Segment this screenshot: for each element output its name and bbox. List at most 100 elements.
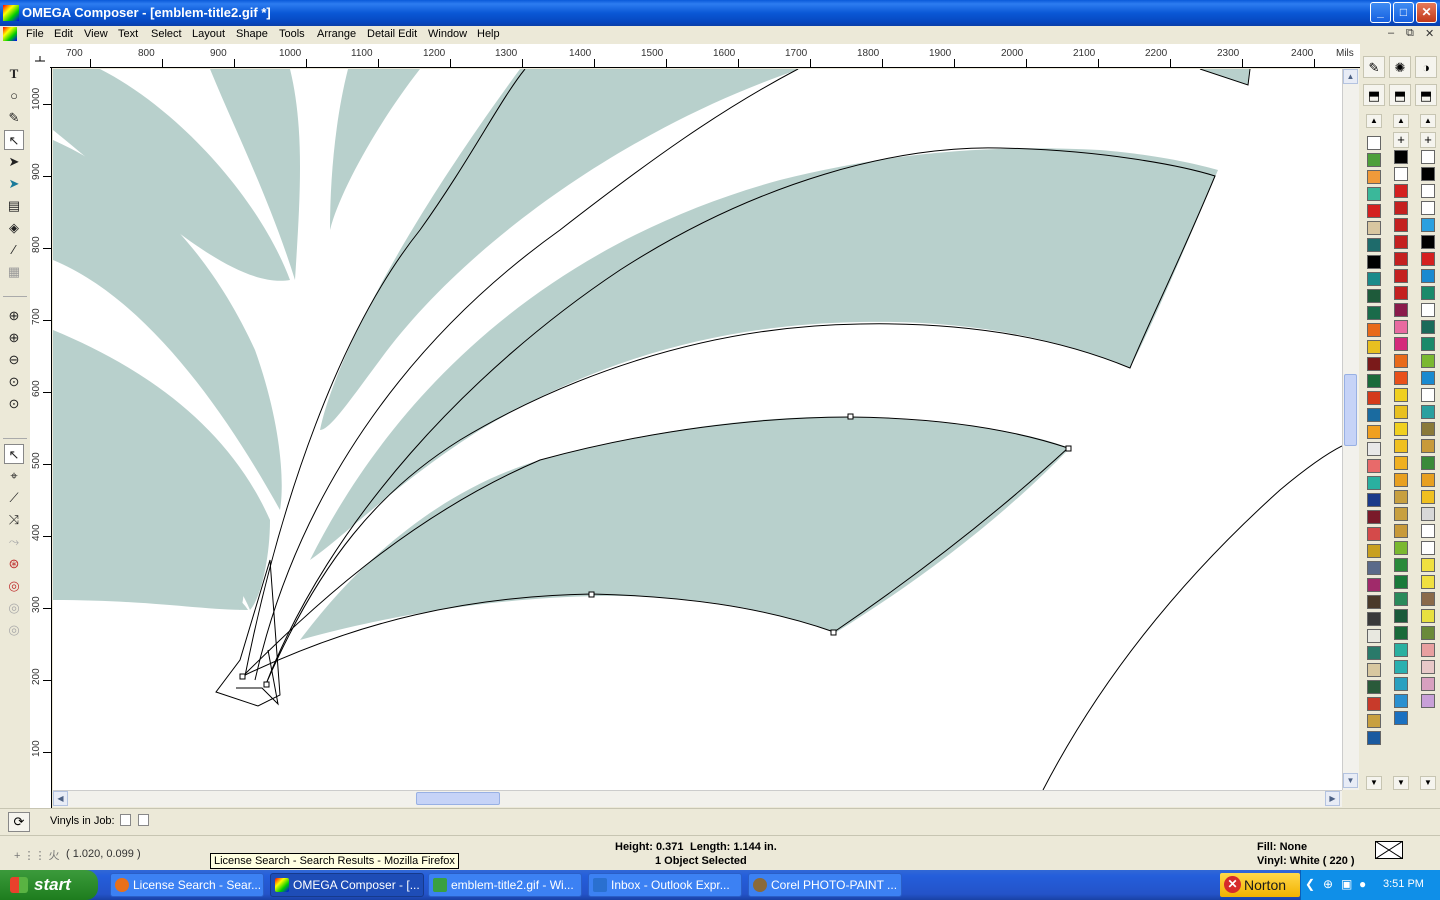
- color-swatch[interactable]: [1367, 731, 1381, 745]
- color-swatch[interactable]: [1421, 490, 1435, 504]
- color-swatch[interactable]: [1394, 337, 1408, 351]
- vertical-scroll-thumb[interactable]: [1344, 374, 1357, 446]
- color-swatch[interactable]: [1367, 187, 1381, 201]
- tray-expand-icon[interactable]: ❮: [1305, 877, 1315, 891]
- color-swatch[interactable]: [1421, 541, 1435, 555]
- color-swatch[interactable]: [1367, 340, 1381, 354]
- curve-icon[interactable]: ⤳: [4, 532, 24, 552]
- color-swatch[interactable]: [1421, 286, 1435, 300]
- palette1-scroll-down[interactable]: ▼: [1366, 776, 1382, 790]
- color-swatch[interactable]: [1421, 558, 1435, 572]
- color-swatch[interactable]: [1367, 289, 1381, 303]
- horizontal-ruler[interactable]: 700 800 900 1000 1100 1200 1300 1400 150…: [50, 44, 1360, 68]
- mdi-minimize-button[interactable]: –: [1388, 27, 1394, 39]
- menu-view[interactable]: View: [84, 28, 108, 40]
- color-swatch[interactable]: [1367, 714, 1381, 728]
- norton-button[interactable]: ✕ Norton: [1220, 873, 1300, 897]
- eyedropper-icon[interactable]: ⁄: [4, 240, 24, 260]
- artwork[interactable]: [53, 69, 1342, 790]
- color-swatch[interactable]: [1421, 320, 1435, 334]
- color-swatch[interactable]: [1394, 490, 1408, 504]
- color-swatch[interactable]: [1394, 609, 1408, 623]
- color-swatch[interactable]: [1367, 374, 1381, 388]
- fill-icon[interactable]: ◈: [4, 218, 24, 238]
- no-fill-swatch-2[interactable]: +: [1393, 132, 1409, 148]
- start-button[interactable]: start: [0, 870, 98, 900]
- task-image-viewer[interactable]: emblem-title2.gif - Wi...: [428, 873, 582, 897]
- vertical-ruler[interactable]: 1000 900 800 700 600 500 400 300 200 100: [30, 68, 52, 808]
- color-swatch[interactable]: [1421, 507, 1435, 521]
- contour-icon[interactable]: ◎: [4, 576, 24, 596]
- ruler-icon[interactable]: ▤: [4, 196, 24, 216]
- color-swatch[interactable]: [1394, 473, 1408, 487]
- color-swatch[interactable]: [1421, 592, 1435, 606]
- vinyl-swatch-2[interactable]: [138, 814, 149, 826]
- menu-shape[interactable]: Shape: [236, 28, 268, 40]
- palette-swap-icon-2[interactable]: ⬒: [1389, 84, 1411, 106]
- color-swatch[interactable]: [1367, 425, 1381, 439]
- color-swatch[interactable]: [1367, 391, 1381, 405]
- color-swatch[interactable]: [1421, 269, 1435, 283]
- scroll-down-button[interactable]: ▼: [1343, 773, 1358, 788]
- color-swatch[interactable]: [1367, 595, 1381, 609]
- color-swatch[interactable]: [1394, 286, 1408, 300]
- arrow-select-icon[interactable]: ↖: [4, 444, 24, 464]
- palette-column-1[interactable]: [1366, 136, 1382, 748]
- color-swatch[interactable]: [1421, 456, 1435, 470]
- trim-icon[interactable]: ◎: [4, 598, 24, 618]
- task-omega-composer[interactable]: OMEGA Composer - [...: [270, 873, 424, 897]
- color-swatch[interactable]: [1367, 170, 1381, 184]
- color-swatch[interactable]: [1367, 612, 1381, 626]
- color-swatch[interactable]: [1367, 629, 1381, 643]
- node-edit-icon[interactable]: ↖: [4, 130, 24, 150]
- color-swatch[interactable]: [1367, 357, 1381, 371]
- palette-swap-icon-1[interactable]: ⬒: [1363, 84, 1385, 106]
- color-swatch[interactable]: [1394, 456, 1408, 470]
- texture-icon[interactable]: ▦: [4, 262, 24, 282]
- color-swatch[interactable]: [1394, 252, 1408, 266]
- color-swatch[interactable]: [1367, 306, 1381, 320]
- color-swatch[interactable]: [1367, 493, 1381, 507]
- palette1-scroll-up[interactable]: ▲: [1366, 114, 1382, 128]
- color-swatch[interactable]: [1421, 303, 1435, 317]
- color-swatch[interactable]: [1421, 660, 1435, 674]
- color-swatch[interactable]: [1421, 354, 1435, 368]
- color-swatch[interactable]: [1421, 218, 1435, 232]
- drawing-canvas[interactable]: [53, 69, 1342, 790]
- color-swatch[interactable]: [1421, 609, 1435, 623]
- vinyl-palette-icon[interactable]: ◑: [1415, 56, 1437, 78]
- color-swatch[interactable]: [1421, 337, 1435, 351]
- color-swatch[interactable]: [1421, 473, 1435, 487]
- menu-edit[interactable]: Edit: [54, 28, 73, 40]
- task-firefox[interactable]: License Search - Sear...: [110, 873, 264, 897]
- palette3-scroll-up[interactable]: ▲: [1420, 114, 1436, 128]
- text-palette-icon[interactable]: ✎: [1363, 56, 1385, 78]
- node-icon[interactable]: ⌖: [4, 466, 24, 486]
- scroll-left-button[interactable]: ◀: [53, 791, 68, 806]
- color-swatch[interactable]: [1421, 626, 1435, 640]
- color-swatch[interactable]: [1367, 578, 1381, 592]
- menu-help[interactable]: Help: [477, 28, 500, 40]
- color-swatch[interactable]: [1421, 405, 1435, 419]
- palette2-scroll-up[interactable]: ▲: [1393, 114, 1409, 128]
- color-swatch[interactable]: [1367, 663, 1381, 677]
- color-swatch[interactable]: [1421, 388, 1435, 402]
- color-swatch[interactable]: [1394, 694, 1408, 708]
- color-swatch[interactable]: [1394, 660, 1408, 674]
- connector-icon[interactable]: ⤨: [4, 510, 24, 530]
- spiral-icon[interactable]: ◎: [4, 620, 24, 640]
- color-swatch[interactable]: [1421, 439, 1435, 453]
- color-swatch[interactable]: [1394, 405, 1408, 419]
- palette3-scroll-down[interactable]: ▼: [1420, 776, 1436, 790]
- color-swatch[interactable]: [1394, 439, 1408, 453]
- color-swatch[interactable]: [1367, 272, 1381, 286]
- color-swatch[interactable]: [1367, 153, 1381, 167]
- task-outlook-express[interactable]: Inbox - Outlook Expr...: [588, 873, 742, 897]
- color-swatch[interactable]: [1421, 643, 1435, 657]
- color-swatch[interactable]: [1421, 252, 1435, 266]
- color-swatch[interactable]: [1421, 184, 1435, 198]
- color-swatch[interactable]: [1394, 184, 1408, 198]
- task-corel-photo-paint[interactable]: Corel PHOTO-PAINT ...: [748, 873, 902, 897]
- close-button[interactable]: ✕: [1416, 2, 1437, 23]
- color-swatch[interactable]: [1394, 269, 1408, 283]
